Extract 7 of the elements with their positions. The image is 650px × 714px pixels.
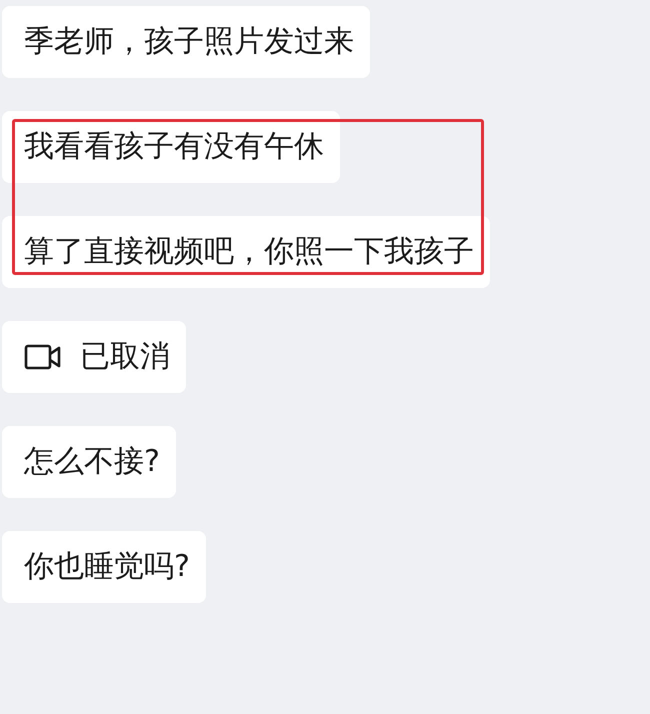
message-bubble: 已取消 <box>2 321 186 393</box>
message-bubble: 我看看孩子有没有午休 <box>2 111 340 183</box>
message-bubble: 算了直接视频吧，你照一下我孩子 <box>2 216 490 288</box>
video-camera-icon <box>24 344 62 370</box>
message-bubble: 怎么不接? <box>2 426 176 498</box>
message-bubble: 你也睡觉吗? <box>2 531 206 603</box>
message-bubble: 季老师，孩子照片发过来 <box>2 6 370 78</box>
